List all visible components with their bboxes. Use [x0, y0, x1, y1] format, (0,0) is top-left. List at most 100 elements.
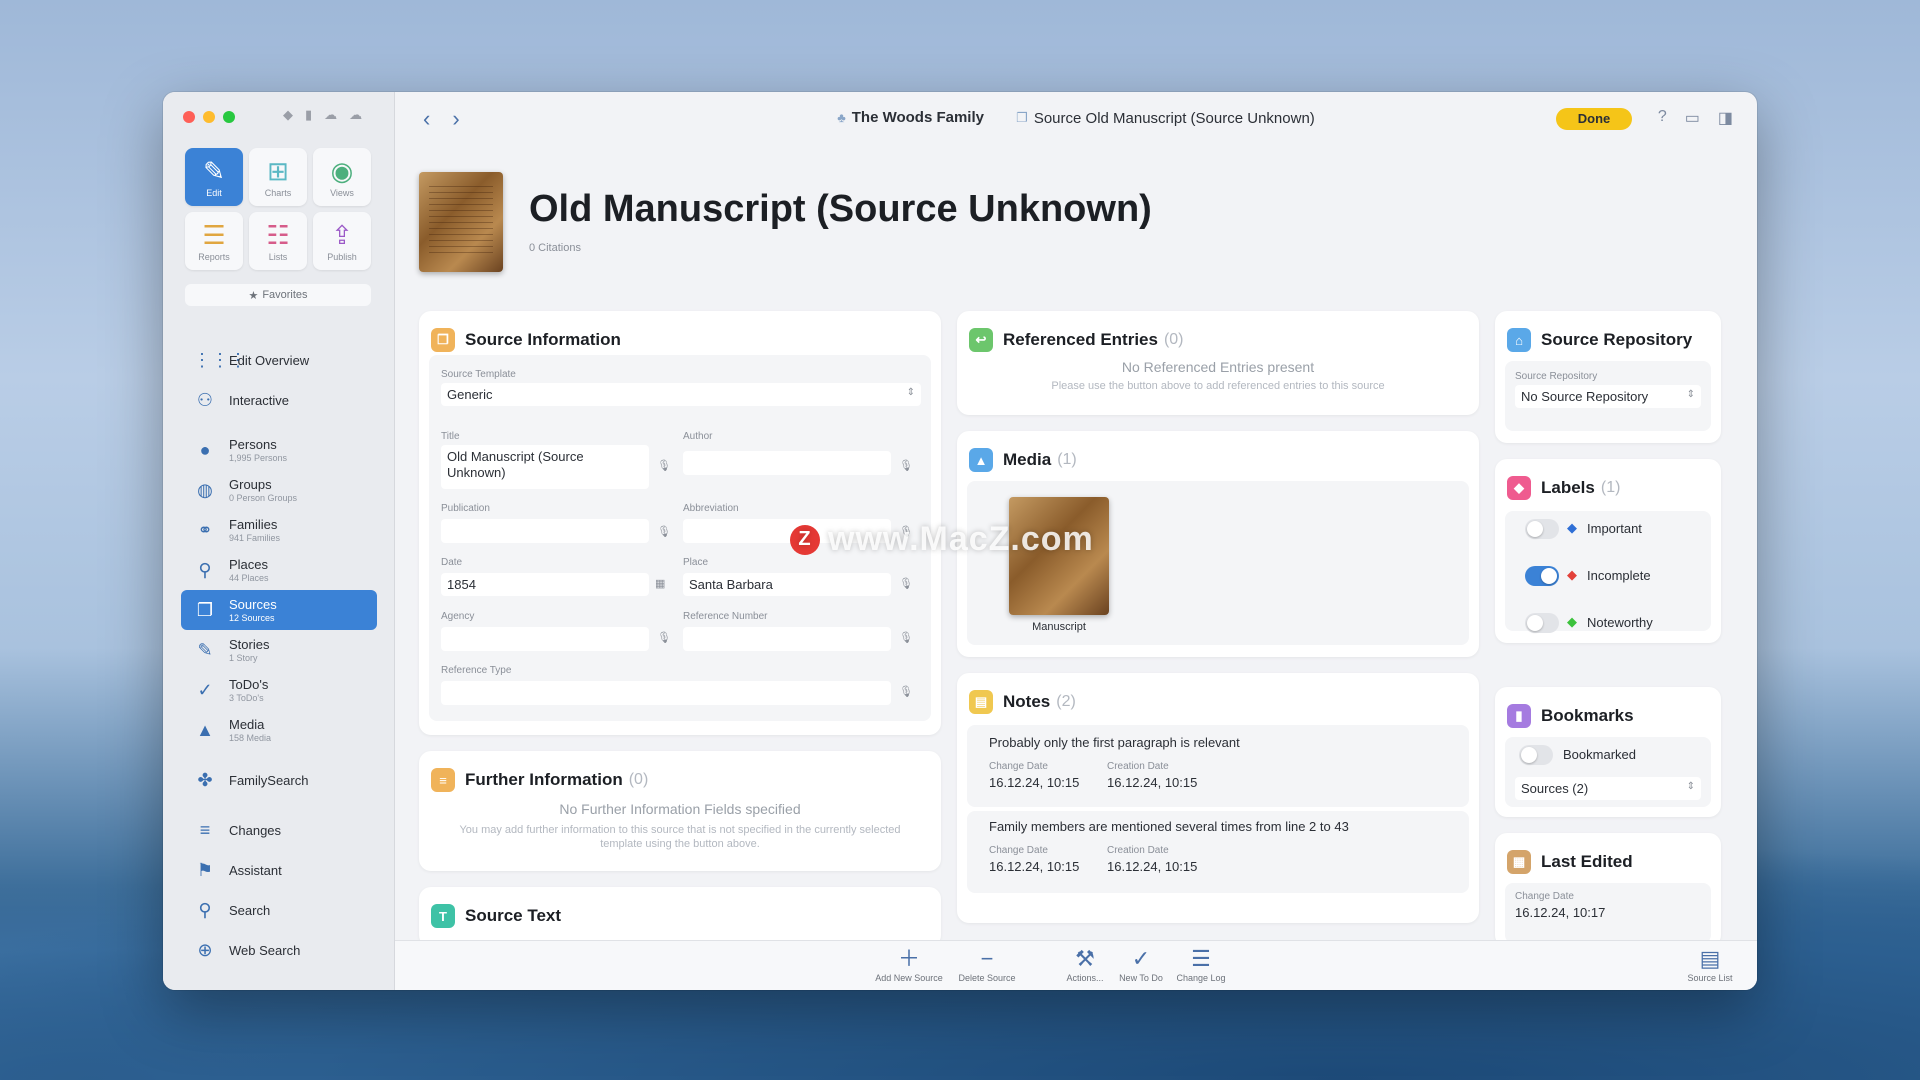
agency-field[interactable] — [441, 627, 649, 651]
date-field[interactable]: 1854 — [441, 573, 649, 596]
mic-icon[interactable]: 🎙 — [657, 631, 671, 644]
source-thumbnail[interactable] — [419, 172, 503, 272]
close-window-button[interactable] — [183, 111, 195, 123]
mode-lists-button[interactable]: ☷ Lists — [249, 212, 307, 270]
changes-icon: ≡ — [199, 819, 211, 840]
empty-sub: Please use the button above to add refer… — [1051, 380, 1385, 392]
card-title: Notes — [1003, 692, 1051, 711]
source-text-card: T Source Text — [419, 887, 941, 947]
note-item[interactable]: Probably only the first paragraph is rel… — [967, 725, 1469, 807]
label-name: Important — [1587, 521, 1642, 536]
sidebar-toggle-icon[interactable]: ◨ — [1718, 108, 1733, 128]
sidebar-item-persons[interactable]: ● Persons 1,995 Persons — [181, 430, 377, 470]
template-select[interactable]: Generic ⇕ — [441, 383, 921, 406]
card-count: (1) — [1600, 479, 1621, 496]
card-count: (0) — [628, 771, 649, 788]
place-field[interactable]: Santa Barbara — [683, 573, 891, 596]
sidebar-item-families[interactable]: ⚭ Families 941 Families — [181, 510, 377, 550]
mic-icon[interactable]: 🎙 — [899, 459, 913, 472]
important-toggle[interactable] — [1525, 519, 1559, 539]
sidebar-item-changes[interactable]: ≡ Changes — [181, 810, 377, 850]
sidebar-item-familysearch[interactable]: ✤ FamilySearch — [181, 760, 377, 800]
tree-icon: ♣ — [837, 110, 846, 125]
window-icon[interactable]: ▭ — [1685, 108, 1700, 128]
todo-icon: ✓ — [197, 679, 213, 700]
minimize-window-button[interactable] — [203, 111, 215, 123]
delete-source-button[interactable]: − Delete Source — [947, 947, 1027, 984]
note-item[interactable]: Family members are mentioned several tim… — [967, 811, 1469, 893]
mic-icon[interactable]: 🎙 — [899, 685, 913, 698]
sidebar: ◆ ▮ ☁ ☁ ✎ Edit ⊞ Charts ◉ Views ☰ Reports ☷ Lists… — [163, 92, 395, 990]
publication-field[interactable] — [441, 519, 649, 543]
crumb-family[interactable]: ♣ The Woods Family — [837, 109, 984, 126]
checkmark-icon: ✓ — [1131, 946, 1151, 971]
sidebar-item-interactive[interactable]: ⚇ Interactive — [181, 380, 377, 420]
sync-icon[interactable]: ☁ — [349, 107, 362, 123]
card-title: Source Repository — [1541, 330, 1693, 349]
sidebar-item-places[interactable]: ⚲ Places 44 Places — [181, 550, 377, 590]
crumb-family-label: The Woods Family — [851, 109, 984, 126]
favorites-button[interactable]: ★ Favorites — [185, 284, 371, 306]
incomplete-toggle[interactable] — [1525, 566, 1559, 586]
change-date-value: 16.12.24, 10:17 — [1515, 905, 1606, 920]
maximize-window-button[interactable] — [223, 111, 235, 123]
mic-icon[interactable]: 🎙 — [899, 631, 913, 644]
card-title: Further Information — [465, 770, 623, 789]
chevron-updown-icon: ⇕ — [1686, 389, 1695, 400]
plus-icon: ＋ — [897, 946, 920, 971]
sidebar-item-search[interactable]: ⚲ Search — [181, 890, 377, 930]
bookmark-list-select[interactable]: Sources (2) ⇕ — [1515, 777, 1701, 800]
help-icon[interactable]: ? — [1658, 108, 1667, 128]
sidebar-item-todo-s[interactable]: ✓ ToDo's 3 ToDo's — [181, 670, 377, 710]
sidebar-item-stories[interactable]: ✎ Stories 1 Story — [181, 630, 377, 670]
done-button[interactable]: Done — [1556, 108, 1632, 130]
grid-icon: ⋮⋮⋮ — [193, 349, 247, 370]
eye-icon: ◉ — [330, 155, 354, 186]
source-icon: ❐ — [1016, 110, 1028, 125]
sources-icon: ❐ — [196, 599, 214, 620]
crumb-source[interactable]: ❐ Source Old Manuscript (Source Unknown) — [1016, 110, 1315, 127]
mode-reports-button[interactable]: ☰ Reports — [185, 212, 243, 270]
page-title: Old Manuscript (Source Unknown) — [529, 188, 1152, 230]
source-list-button[interactable]: ▤ Source List — [1670, 947, 1750, 984]
sidebar-tools: ◆ ▮ ☁ ☁ — [283, 107, 362, 123]
sidebar-item-label: FamilySearch — [229, 772, 309, 788]
person-icon: ● — [199, 439, 211, 460]
sidebar-item-edit-overview[interactable]: ⋮⋮⋮ Edit Overview — [181, 340, 377, 380]
mic-icon[interactable]: 🎙 — [657, 459, 671, 472]
sidebar-item-groups[interactable]: ◍ Groups 0 Person Groups — [181, 470, 377, 510]
sidebar-item-web-search[interactable]: ⊕ Web Search — [181, 930, 377, 970]
notes-card: ▤ Notes (2) Probably only the first para… — [957, 673, 1479, 923]
card-title: Labels — [1541, 478, 1595, 497]
tag-icon[interactable]: ◆ — [283, 107, 293, 123]
card-title: Source Text — [465, 906, 562, 925]
mic-icon[interactable]: 🎙 — [899, 577, 913, 590]
mic-icon[interactable]: 🎙 — [657, 525, 671, 538]
calendar-icon[interactable]: ▦ — [655, 577, 665, 590]
watermark-text: www.MacZ.com — [828, 520, 1094, 558]
reftype-field[interactable] — [441, 681, 891, 705]
mode-charts-button[interactable]: ⊞ Charts — [249, 148, 307, 206]
refnum-field[interactable] — [683, 627, 891, 651]
author-field[interactable] — [683, 451, 891, 475]
noteworthy-toggle[interactable] — [1525, 613, 1559, 633]
list-icon: ☰ — [1191, 946, 1211, 971]
sidebar-item-sources[interactable]: ❐ Sources 12 Sources — [181, 590, 377, 630]
bookmarked-toggle[interactable] — [1519, 745, 1553, 765]
mode-views-button[interactable]: ◉ Views — [313, 148, 371, 206]
add-source-button[interactable]: ＋ Add New Source — [869, 946, 949, 984]
sidebar-item-media[interactable]: ▲ Media 158 Media — [181, 710, 377, 750]
note-icon: ▤ — [969, 690, 993, 714]
mode-edit-button[interactable]: ✎ Edit — [185, 148, 243, 206]
breadcrumb: ♣ The Woods Family ❐ Source Old Manuscri… — [395, 109, 1757, 127]
card-title: Referenced Entries — [1003, 330, 1158, 349]
mode-publish-button[interactable]: ⇪ Publish — [313, 212, 371, 270]
bookmark-icon[interactable]: ▮ — [305, 107, 312, 123]
title-field[interactable]: Old Manuscript (Source Unknown) — [441, 445, 649, 489]
repository-select[interactable]: No Source Repository ⇕ — [1515, 385, 1701, 408]
change-log-button[interactable]: ☰ Change Log — [1161, 946, 1241, 984]
assistant-icon: ⚑ — [196, 859, 214, 880]
label-name: Incomplete — [1587, 568, 1651, 583]
sidebar-item-assistant[interactable]: ⚑ Assistant — [181, 850, 377, 890]
cloud-icon[interactable]: ☁ — [324, 107, 337, 123]
